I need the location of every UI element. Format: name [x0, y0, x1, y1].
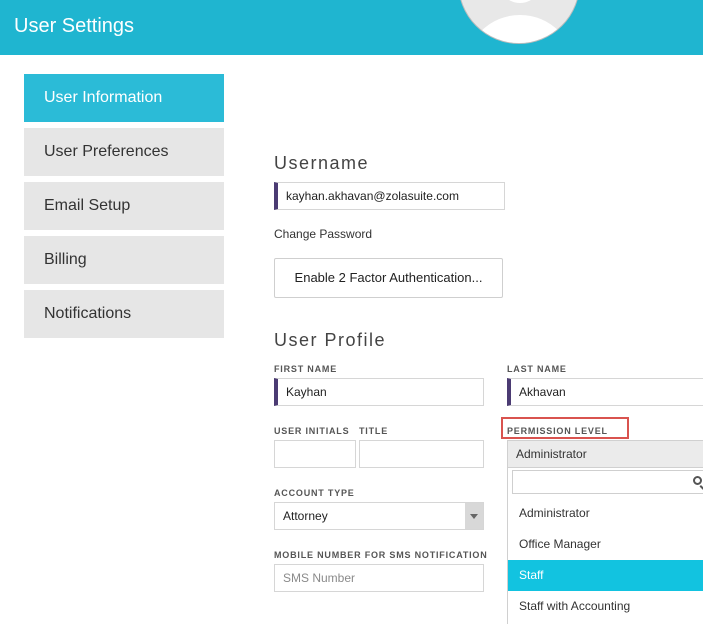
mobile-number-label: MOBILE NUMBER FOR SMS NOTIFICATION [274, 550, 488, 560]
sidebar-item-user-preferences[interactable]: User Preferences [24, 128, 224, 176]
sidebar-item-email-setup[interactable]: Email Setup [24, 182, 224, 230]
username-field[interactable]: kayhan.akhavan@zolasuite.com [274, 182, 505, 210]
title-label: TITLE [359, 426, 388, 436]
permission-option-staff[interactable]: Staff [508, 560, 703, 591]
permission-level-label: PERMISSION LEVEL [507, 426, 608, 436]
permission-level-select[interactable]: Administrator [507, 440, 703, 468]
last-name-field[interactable]: Akhavan [507, 378, 703, 406]
page-title: User Settings [14, 15, 135, 37]
username-section-title: Username [274, 153, 370, 173]
chevron-down-icon[interactable] [465, 503, 483, 529]
user-initials-field[interactable] [274, 440, 356, 468]
user-initials-label: USER INITIALS [274, 426, 350, 436]
first-name-label: FIRST NAME [274, 364, 337, 374]
user-avatar[interactable] [458, 0, 580, 44]
account-type-select[interactable]: Attorney [274, 502, 484, 530]
sms-number-field[interactable]: SMS Number [274, 564, 484, 592]
sidebar-item-notifications[interactable]: Notifications [24, 290, 224, 338]
account-type-value: Attorney [283, 509, 328, 523]
avatar-head-shape [495, 0, 545, 3]
permission-option-office-manager[interactable]: Office Manager [508, 529, 703, 560]
permission-option-administrator[interactable]: Administrator [508, 498, 703, 529]
app-header: User Settings [0, 0, 703, 55]
enable-2fa-button[interactable]: Enable 2 Factor Authentication... [274, 258, 503, 298]
sidebar-item-user-information[interactable]: User Information [24, 74, 224, 122]
account-type-label: ACCOUNT TYPE [274, 488, 355, 498]
permission-search-input[interactable] [512, 470, 703, 494]
first-name-field[interactable]: Kayhan [274, 378, 484, 406]
title-field[interactable] [359, 440, 484, 468]
last-name-label: LAST NAME [507, 364, 567, 374]
permission-level-dropdown: Administrator Office Manager Staff Staff… [507, 468, 703, 624]
user-profile-section-title: User Profile [274, 330, 387, 350]
sidebar-item-billing[interactable]: Billing [24, 236, 224, 284]
change-password-link[interactable]: Change Password [274, 227, 372, 241]
search-icon [693, 476, 702, 485]
permission-option-staff-with-accounting[interactable]: Staff with Accounting [508, 591, 703, 622]
